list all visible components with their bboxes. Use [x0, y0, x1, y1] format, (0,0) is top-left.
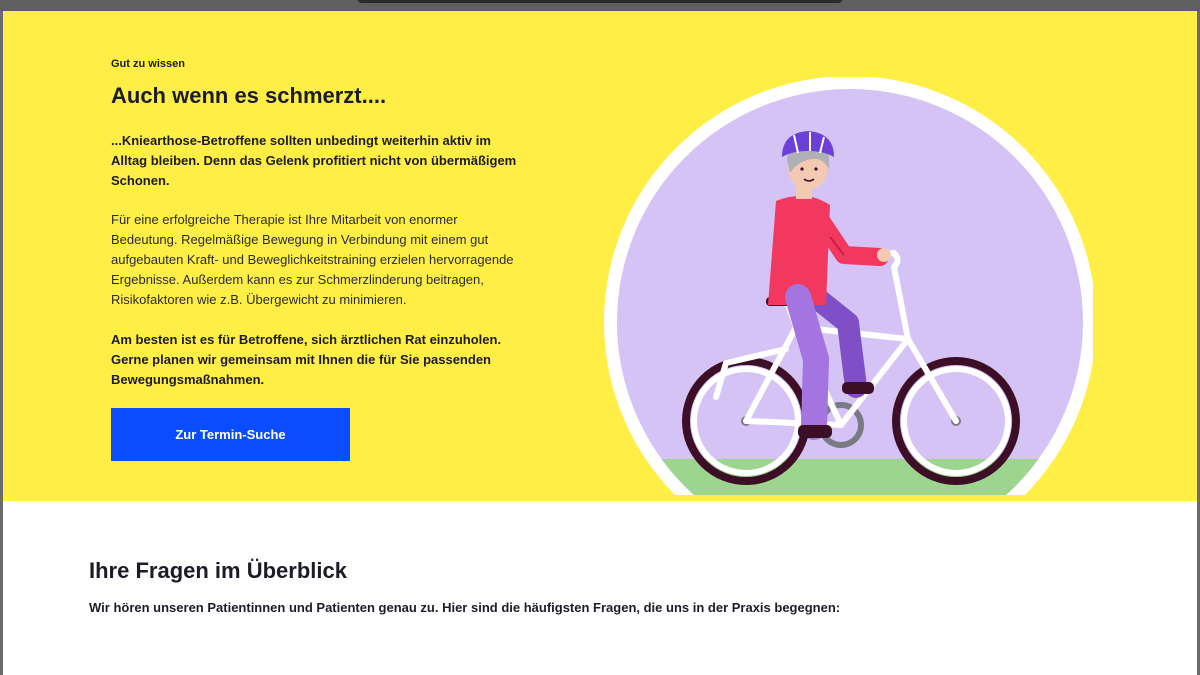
lead-paragraph: ...Kniearthose-Betroffene sollten unbedi…: [111, 133, 517, 188]
eyebrow-label: Gut zu wissen: [111, 58, 185, 70]
appointment-search-button[interactable]: Zur Termin-Suche: [111, 408, 350, 461]
illustration-circle-bg: [617, 89, 1083, 501]
browser-top-bar: [0, 0, 1200, 11]
faq-section-subtitle: Wir hören unseren Patientinnen und Patie…: [89, 600, 841, 615]
front-shoe: [798, 425, 832, 438]
faq-section-title: Ihre Fragen im Überblick: [89, 558, 347, 583]
body-paragraph: Für eine erfolgreiche Therapie ist Ihre …: [111, 212, 514, 307]
back-shoe: [842, 382, 874, 394]
hero-title: Auch wenn es schmerzt....: [111, 83, 387, 108]
notch: [358, 0, 842, 3]
closing-paragraph: Am besten ist es für Betroffene, sich är…: [111, 332, 502, 387]
page: Gut zu wissen Auch wenn es schmerzt.... …: [3, 11, 1197, 675]
hand: [877, 248, 891, 262]
cyclist-illustration: [598, 77, 1093, 501]
info-hero-section: Gut zu wissen Auch wenn es schmerzt.... …: [3, 11, 1197, 501]
